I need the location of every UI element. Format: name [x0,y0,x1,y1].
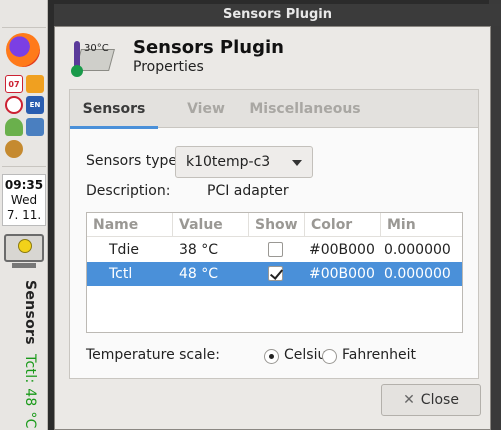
window-titlebar[interactable]: Sensors Plugin [54,4,501,26]
sensors-panel-value: Tctl: 48 °C [22,353,38,429]
user-icon[interactable] [5,118,23,136]
side-panel: 07 EN 09:35 Wed 7. 11. Sensors Tctl: 48 … [0,0,48,430]
panel-handle[interactable] [2,2,46,28]
row-name: Tdie [109,242,139,258]
settings-icon[interactable] [5,140,23,158]
description-label: Description: [86,183,171,199]
fahrenheit-radio[interactable] [322,349,337,364]
row-color[interactable]: #00B000 [309,238,375,262]
network-icon[interactable] [26,118,44,136]
close-button[interactable]: ✕ Close [381,384,481,416]
sensors-table: Name Value Show Color Min Tdie 38 °C #00… [86,212,463,333]
firefox-icon[interactable] [6,33,40,67]
alarm-clock-icon[interactable] [5,96,23,114]
col-header-color[interactable]: Color [305,213,381,237]
show-checkbox[interactable] [268,266,283,281]
tab-miscellaneous[interactable]: Miscellaneous [246,90,364,128]
calendar-day-text: 07 [8,79,20,89]
clock-day: Wed [10,193,38,207]
tab-view[interactable]: View [168,90,244,128]
chevron-down-icon [292,160,302,166]
sensors-monitor-icon[interactable] [4,234,44,272]
tab-bar: Sensors View Miscellaneous [70,90,478,129]
panel-separator [2,166,46,167]
panel-clock[interactable]: 09:35 Wed 7. 11. [2,174,46,226]
sensors-panel-readout[interactable]: Sensors Tctl: 48 °C [8,280,38,430]
clock-date: 7. 11. [6,208,42,222]
package-icon[interactable] [26,75,44,93]
row-value: 48 °C [179,266,219,282]
description-value: PCI adapter [207,183,289,199]
window-title: Sensors Plugin [222,7,333,22]
sensors-type-value: k10temp-c3 [186,154,271,170]
table-row[interactable]: Tctl 48 °C #00B000 0.000000 [87,262,462,286]
col-header-show[interactable]: Show [249,213,305,237]
celsius-radio[interactable] [264,349,279,364]
tab-sensors[interactable]: Sensors [70,90,158,129]
row-color[interactable]: #00B000 [309,262,375,286]
sensors-type-label: Sensors type: [86,153,182,169]
row-min[interactable]: 0.000000 [384,262,451,286]
properties-dialog: 30°C Sensors Plugin Properties Sensors V… [54,26,491,430]
close-icon: ✕ [403,392,415,408]
row-name: Tctl [109,266,133,282]
col-header-min[interactable]: Min [381,213,462,237]
col-header-name[interactable]: Name [87,213,173,237]
show-checkbox[interactable] [268,242,283,257]
row-min[interactable]: 0.000000 [384,238,451,262]
fahrenheit-label[interactable]: Fahrenheit [342,347,416,363]
sensors-type-select[interactable]: k10temp-c3 [175,146,313,178]
dialog-subtitle: Properties [133,59,204,75]
clock-time: 09:35 [4,178,44,192]
dialog-header: 30°C Sensors Plugin Properties [55,27,490,83]
keyboard-layout-icon[interactable]: EN [26,96,44,114]
calendar-icon[interactable]: 07 [5,75,23,93]
dialog-title: Sensors Plugin [133,37,284,58]
temperature-scale-label: Temperature scale: [86,347,220,363]
row-value: 38 °C [179,242,219,258]
icon-temperature-text: 30°C [84,43,109,54]
sensors-panel-label: Sensors [22,280,38,345]
table-row[interactable]: Tdie 38 °C #00B000 0.000000 [87,238,462,262]
close-button-label: Close [420,392,459,408]
sensor-chip-icon: 30°C [70,37,115,77]
col-header-value[interactable]: Value [173,213,249,237]
